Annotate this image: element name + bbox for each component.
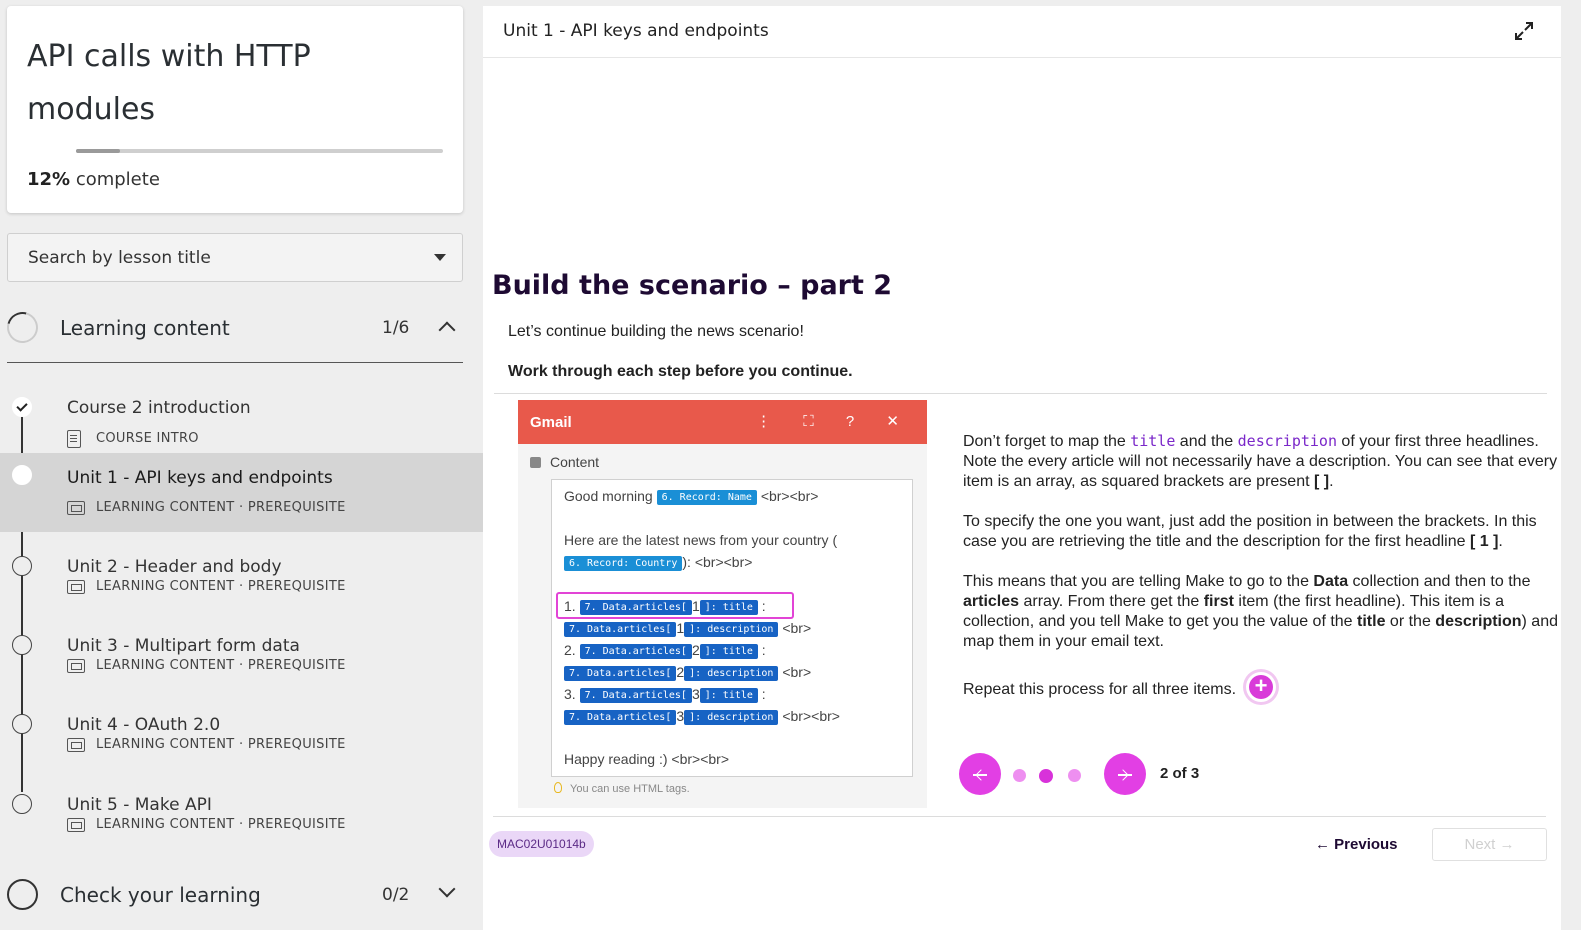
chevron-up-icon[interactable] — [438, 321, 456, 339]
lesson-item-unit-4[interactable]: Unit 4 - OAuth 2.0 LEARNING CONTENT · PR… — [0, 702, 483, 781]
lesson-title: Unit 4 - OAuth 2.0 — [67, 715, 221, 735]
page-background-strip — [1561, 0, 1581, 930]
search-placeholder: Search by lesson title — [28, 248, 211, 268]
section-count: 0/2 — [382, 885, 410, 905]
lesson-title: Unit 2 - Header and body — [67, 557, 282, 577]
caret-down-icon — [434, 254, 446, 261]
email-content-box: Good morning 6. Record: Name <br><br> He… — [551, 479, 913, 777]
section-progress-ring-icon — [1, 306, 44, 349]
lesson-status-dot-icon — [12, 556, 32, 576]
lesson-intro: Let’s continue building the news scenari… — [508, 323, 804, 340]
course-card: API calls with HTTP modules 12% complete — [7, 6, 463, 213]
gmail-module-image: Gmail ⋮ ⛶ ? ✕ Content Good morning 6. Re… — [518, 400, 927, 808]
lesson-content-panel: Unit 1 - API keys and endpoints Build th… — [483, 6, 1561, 930]
section-divider — [7, 362, 463, 363]
html-hint: You can use HTML tags. — [570, 783, 690, 795]
lesson-status-dot-icon — [12, 465, 32, 485]
carousel-dot-1[interactable] — [1013, 769, 1026, 782]
lesson-title: Course 2 introduction — [67, 398, 251, 418]
lesson-code-badge: MAC02U01014b — [489, 831, 594, 857]
sidebar: API calls with HTTP modules 12% complete… — [0, 0, 483, 930]
slides-icon — [67, 580, 85, 594]
lightbulb-icon — [554, 782, 562, 793]
check-icon — [12, 397, 32, 417]
lesson-status-dot-icon — [12, 635, 32, 655]
gmail-toolbar-icons: ⋮ ⛶ ? ✕ — [756, 413, 913, 430]
carousel-next-button[interactable] — [1104, 753, 1146, 795]
section-progress-ring-icon — [7, 879, 38, 910]
slides-icon — [67, 659, 85, 673]
lesson-header: Unit 1 - API keys and endpoints — [483, 6, 1561, 58]
content-label: Content — [530, 454, 599, 470]
carousel-page-count: 2 of 3 — [1160, 765, 1200, 782]
lesson-search-select[interactable]: Search by lesson title — [7, 233, 463, 282]
lesson-item-unit-5[interactable]: Unit 5 - Make API LEARNING CONTENT · PRE… — [0, 782, 483, 861]
chevron-down-icon[interactable] — [438, 880, 456, 898]
lesson-title: Unit 3 - Multipart form data — [67, 636, 300, 656]
lesson-item-unit-3[interactable]: Unit 3 - Multipart form data LEARNING CO… — [0, 623, 483, 702]
next-button[interactable]: Next → — [1432, 828, 1547, 861]
section-label: Check your learning — [60, 883, 261, 907]
progress-text: 12% complete — [27, 169, 160, 190]
carousel-dot-2[interactable] — [1039, 769, 1053, 783]
slides-icon — [67, 818, 85, 832]
section-check-your-learning[interactable]: Check your learning 0/2 — [7, 865, 463, 925]
course-title: API calls with HTTP modules — [27, 39, 311, 127]
section-count: 1/6 — [382, 318, 410, 338]
lesson-instruction: Work through each step before you contin… — [508, 363, 853, 380]
slides-icon — [67, 738, 85, 752]
lesson-title: Unit 1 - API keys and endpoints — [67, 468, 333, 488]
gmail-header: Gmail ⋮ ⛶ ? ✕ — [518, 400, 927, 444]
lesson-status-dot-icon — [12, 794, 32, 814]
expand-icon[interactable] — [1513, 20, 1535, 42]
lesson-item-unit-2[interactable]: Unit 2 - Header and body LEARNING CONTEN… — [0, 544, 483, 623]
divider — [494, 393, 1547, 394]
lesson-status-dot-icon — [12, 714, 32, 734]
lesson-heading: Build the scenario – part 2 — [492, 270, 893, 301]
lesson-item-unit-1[interactable]: Unit 1 - API keys and endpoints LEARNING… — [0, 453, 483, 532]
carousel-dot-3[interactable] — [1068, 769, 1081, 782]
progress-fill — [76, 149, 121, 153]
carousel-prev-button[interactable] — [959, 753, 1001, 795]
section-label: Learning content — [60, 316, 230, 340]
section-learning-content[interactable]: Learning content 1/6 — [1, 298, 463, 358]
explanation-text: Don’t forget to map the title and the de… — [963, 431, 1558, 722]
plus-icon[interactable] — [1246, 672, 1277, 702]
unit-title: Unit 1 - API keys and endpoints — [503, 21, 769, 41]
document-icon — [67, 430, 81, 448]
slides-icon — [67, 501, 85, 515]
previous-button[interactable]: ← Previous — [1315, 836, 1398, 853]
divider — [493, 816, 1546, 817]
lesson-title: Unit 5 - Make API — [67, 795, 212, 815]
progress-bar — [76, 149, 443, 153]
